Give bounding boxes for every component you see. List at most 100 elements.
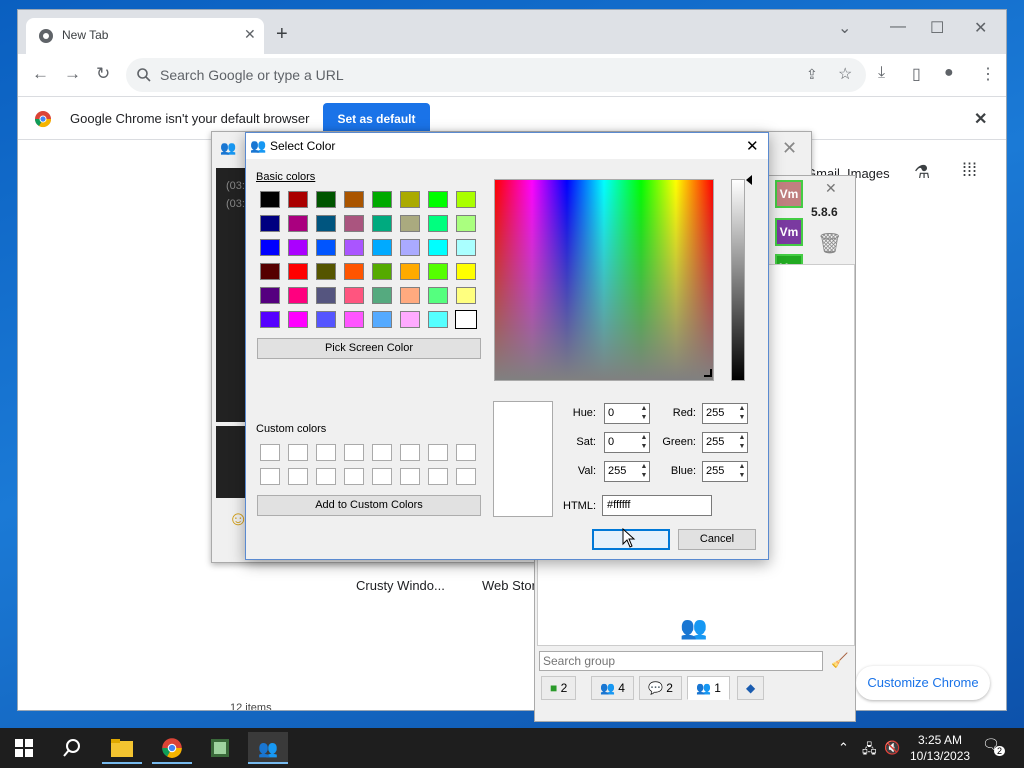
basic-color-swatch[interactable] — [344, 239, 364, 256]
add-to-custom-colors-button[interactable]: Add to Custom Colors — [257, 495, 481, 516]
shortcut-crusty-windows[interactable]: Crusty Windo... — [356, 578, 445, 593]
bookmark-star-icon[interactable]: ☆ — [838, 64, 852, 84]
notification-center-icon[interactable]: 🗨 2 — [982, 736, 1006, 758]
luminance-slider[interactable] — [731, 179, 745, 381]
basic-color-swatch[interactable] — [428, 287, 448, 304]
download-icon[interactable]: ⤓ — [878, 64, 885, 82]
custom-color-swatch[interactable] — [344, 468, 364, 485]
basic-color-swatch[interactable] — [316, 191, 336, 208]
custom-color-swatch[interactable] — [372, 468, 392, 485]
basic-color-swatch[interactable] — [344, 263, 364, 280]
basic-color-swatch[interactable] — [288, 191, 308, 208]
basic-color-swatch[interactable] — [260, 215, 280, 232]
basic-color-swatch[interactable] — [400, 311, 420, 328]
basic-color-swatch[interactable] — [344, 215, 364, 232]
basic-color-swatch[interactable] — [456, 191, 476, 208]
vm-badge[interactable]: Vm — [775, 180, 803, 208]
spectrum-crosshair[interactable] — [704, 369, 712, 377]
basic-color-swatch[interactable] — [260, 287, 280, 304]
green-spin-icon[interactable]: ▲ ▼ — [736, 433, 748, 452]
file-explorer-icon[interactable] — [102, 732, 142, 764]
basic-color-swatch[interactable] — [288, 311, 308, 328]
color-spectrum[interactable] — [494, 179, 714, 381]
calculator-app-icon[interactable] — [200, 732, 240, 764]
basic-color-swatch[interactable] — [428, 239, 448, 256]
basic-color-swatch[interactable] — [316, 287, 336, 304]
basic-color-swatch[interactable] — [260, 191, 280, 208]
basic-color-swatch[interactable] — [428, 215, 448, 232]
custom-color-swatch[interactable] — [288, 444, 308, 461]
close-window-button[interactable]: ✕ — [974, 18, 987, 38]
basic-color-swatch[interactable] — [400, 239, 420, 256]
new-tab-button[interactable]: + — [276, 24, 288, 44]
basic-color-swatch[interactable] — [372, 215, 392, 232]
blue-spin-icon[interactable]: ▲ ▼ — [736, 462, 748, 481]
share-icon[interactable]: ⇪ — [806, 66, 818, 83]
basic-color-swatch[interactable] — [288, 239, 308, 256]
messenger-taskbar-icon[interactable]: 👥 — [248, 732, 288, 764]
custom-color-swatch[interactable] — [288, 468, 308, 485]
chat-window-close-icon[interactable]: ✕ — [782, 138, 797, 159]
basic-color-swatch[interactable] — [344, 287, 364, 304]
cancel-button[interactable]: Cancel — [678, 529, 756, 550]
luminance-arrow-icon[interactable] — [746, 175, 752, 185]
broom-icon[interactable]: 🧹 — [831, 652, 848, 669]
basic-color-swatch[interactable] — [316, 239, 336, 256]
custom-color-swatch[interactable] — [400, 468, 420, 485]
system-clock[interactable]: 3:25 AM 10/13/2023 — [910, 732, 970, 764]
chat-input[interactable] — [216, 426, 246, 498]
chrome-taskbar-icon[interactable] — [152, 732, 192, 764]
start-button[interactable] — [4, 732, 44, 764]
basic-color-swatch[interactable] — [455, 310, 477, 329]
vm-badge[interactable]: Vm — [775, 218, 803, 246]
basic-color-swatch[interactable] — [260, 239, 280, 256]
basic-color-swatch[interactable] — [372, 263, 392, 280]
basic-color-swatch[interactable] — [372, 239, 392, 256]
infobar-close-icon[interactable]: ✕ — [974, 109, 987, 129]
custom-color-swatch[interactable] — [428, 444, 448, 461]
side-panel-icon[interactable]: ▯ — [912, 64, 921, 84]
shortcut-web-store[interactable]: Web Stor — [482, 578, 536, 593]
custom-color-swatch[interactable] — [456, 468, 476, 485]
sat-spin-icon[interactable]: ▲ ▼ — [638, 433, 650, 452]
custom-color-swatch[interactable] — [316, 444, 336, 461]
customize-chrome-button[interactable]: Customize Chrome — [856, 666, 990, 700]
reload-icon[interactable]: ↻ — [96, 64, 110, 84]
basic-color-swatch[interactable] — [344, 191, 364, 208]
custom-color-swatch[interactable] — [316, 468, 336, 485]
profile-icon[interactable]: ● — [944, 64, 954, 82]
close-tab-icon[interactable]: ✕ — [244, 26, 256, 43]
val-spin-icon[interactable]: ▲ ▼ — [638, 462, 650, 481]
custom-color-swatch[interactable] — [260, 444, 280, 461]
search-group-input[interactable] — [539, 651, 823, 671]
basic-color-swatch[interactable] — [400, 263, 420, 280]
show-hidden-icons[interactable]: ⌃ — [838, 740, 849, 756]
group-window-close-icon[interactable]: ✕ — [825, 180, 837, 197]
labs-flask-icon[interactable]: ⚗ — [914, 162, 930, 183]
basic-color-swatch[interactable] — [428, 263, 448, 280]
tab-search-icon[interactable]: ⌄ — [838, 18, 851, 38]
basic-color-swatch[interactable] — [428, 311, 448, 328]
maximize-button[interactable]: ☐ — [930, 18, 944, 38]
basic-color-swatch[interactable] — [400, 215, 420, 232]
basic-color-swatch[interactable] — [288, 263, 308, 280]
basic-color-swatch[interactable] — [428, 191, 448, 208]
tab-chats[interactable]: 💬 2 — [639, 676, 682, 700]
basic-color-swatch[interactable] — [400, 287, 420, 304]
basic-color-swatch[interactable] — [400, 191, 420, 208]
basic-color-swatch[interactable] — [456, 215, 476, 232]
basic-color-swatch[interactable] — [260, 263, 280, 280]
html-color-field[interactable]: #ffffff — [602, 495, 712, 516]
basic-color-swatch[interactable] — [316, 215, 336, 232]
custom-color-swatch[interactable] — [372, 444, 392, 461]
minimize-button[interactable]: — — [890, 18, 906, 36]
basic-color-swatch[interactable] — [288, 215, 308, 232]
forward-icon[interactable]: → — [64, 64, 81, 84]
basic-color-swatch[interactable] — [456, 263, 476, 280]
custom-color-swatch[interactable] — [400, 444, 420, 461]
basic-color-swatch[interactable] — [456, 287, 476, 304]
apps-grid-icon[interactable]: ⁞⁞⁞ — [962, 160, 977, 181]
basic-color-swatch[interactable] — [260, 311, 280, 328]
dialog-close-icon[interactable]: ✕ — [746, 137, 759, 155]
back-icon[interactable]: ← — [32, 64, 49, 84]
